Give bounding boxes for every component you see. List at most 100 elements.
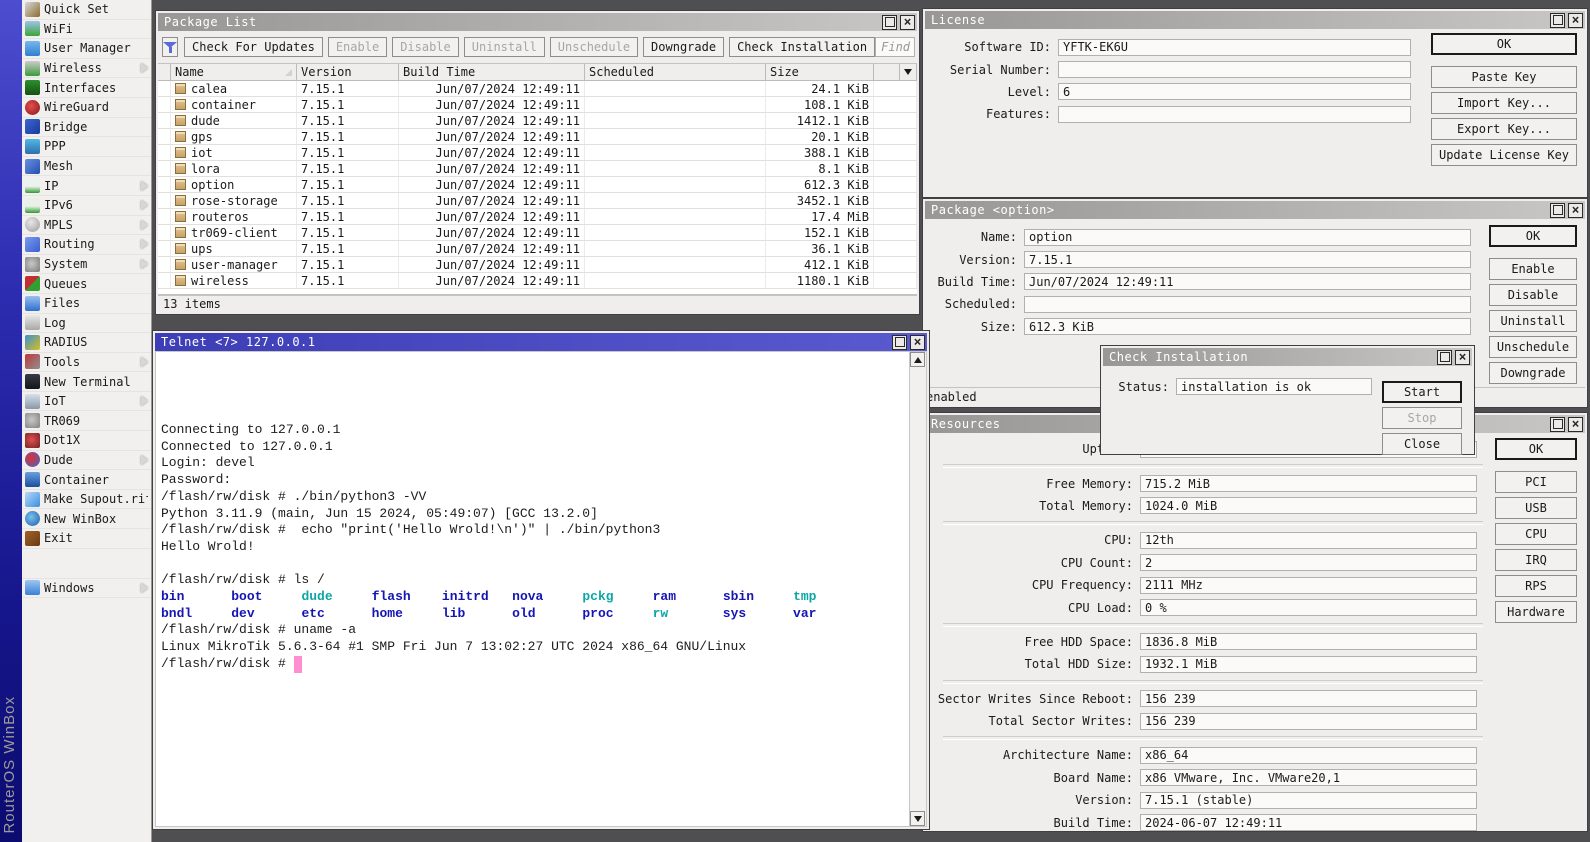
close-button[interactable]: Close [1382, 433, 1462, 455]
ok-button[interactable]: OK [1431, 33, 1577, 55]
start-button[interactable]: Start [1382, 381, 1462, 403]
import-key-button[interactable]: Import Key... [1431, 92, 1577, 114]
sidebar-item-tools[interactable]: Tools [22, 353, 151, 373]
sidebar-item-queues[interactable]: Queues [22, 274, 151, 294]
table-row[interactable]: ups7.15.1Jun/07/2024 12:49:1136.1 KiB [158, 241, 917, 257]
name-field[interactable] [1024, 229, 1471, 246]
scroll-up-button[interactable] [910, 352, 925, 367]
maximize-button[interactable] [1550, 417, 1565, 432]
size-field[interactable] [1024, 318, 1471, 335]
close-button[interactable]: × [910, 335, 925, 350]
table-row[interactable]: gps7.15.1Jun/07/2024 12:49:1120.1 KiB [158, 129, 917, 145]
sidebar-item-mesh[interactable]: Mesh [22, 157, 151, 177]
column-size[interactable]: Size [766, 64, 874, 81]
column-dropdown-button[interactable] [900, 64, 917, 81]
paste-key-button[interactable]: Paste Key [1431, 66, 1577, 88]
table-row[interactable]: lora7.15.1Jun/07/2024 12:49:118.1 KiB [158, 161, 917, 177]
sidebar-item-wireless[interactable]: Wireless [22, 59, 151, 79]
hardware-button[interactable]: Hardware [1495, 601, 1577, 623]
sidebar-item-mpls[interactable]: MPLS [22, 216, 151, 236]
table-row[interactable]: container7.15.1Jun/07/2024 12:49:11108.1… [158, 97, 917, 113]
package-list-titlebar[interactable]: Package List × [158, 13, 917, 31]
build-time-field[interactable] [1140, 814, 1477, 831]
status-field[interactable] [1176, 378, 1372, 395]
sidebar-item-make-supout-rif[interactable]: Make Supout.rif [22, 490, 151, 510]
ok-button[interactable]: OK [1495, 438, 1577, 460]
package-option-titlebar[interactable]: Package <option> × [925, 201, 1585, 219]
ok-button[interactable]: OK [1489, 225, 1577, 247]
enable-button[interactable]: Enable [1489, 258, 1577, 280]
check-installation-button[interactable]: Check Installation [729, 37, 875, 57]
terminal-scrollbar[interactable] [909, 352, 926, 826]
terminal-output[interactable]: Connecting to 127.0.0.1Connected to 127.… [156, 352, 910, 826]
column-select[interactable] [158, 64, 171, 81]
sidebar-item-wireguard[interactable]: WireGuard [22, 98, 151, 118]
column-build-time[interactable]: Build Time [399, 64, 585, 81]
cpu-frequency-field[interactable] [1140, 577, 1477, 594]
table-row[interactable]: calea7.15.1Jun/07/2024 12:49:1124.1 KiB [158, 81, 917, 97]
table-row[interactable]: routeros7.15.1Jun/07/2024 12:49:1117.4 M… [158, 209, 917, 225]
table-row[interactable]: wireless7.15.1Jun/07/2024 12:49:111180.1… [158, 273, 917, 289]
table-row[interactable]: tr069-client7.15.1Jun/07/2024 12:49:1115… [158, 225, 917, 241]
maximize-button[interactable] [1550, 13, 1565, 28]
sidebar-item-new-winbox[interactable]: New WinBox [22, 509, 151, 529]
license-titlebar[interactable]: License × [925, 11, 1585, 29]
sidebar-item-system[interactable]: System [22, 255, 151, 275]
version-field[interactable] [1140, 792, 1477, 809]
column-version[interactable]: Version [297, 64, 399, 81]
sidebar-item-windows[interactable]: Windows [22, 579, 151, 599]
scheduled-field[interactable] [1024, 296, 1471, 313]
sidebar-item-radius[interactable]: RADIUS [22, 333, 151, 353]
total-hdd-size-field[interactable] [1140, 656, 1477, 673]
close-button[interactable]: × [1455, 350, 1470, 365]
scroll-down-button[interactable] [910, 811, 925, 826]
cpu-count-field[interactable] [1140, 554, 1477, 571]
sidebar-item-iot[interactable]: IoT [22, 392, 151, 412]
close-button[interactable]: × [1568, 203, 1583, 218]
free-hdd-space-field[interactable] [1140, 633, 1477, 650]
sidebar-item-exit[interactable]: Exit [22, 529, 151, 549]
check-installation-titlebar[interactable]: Check Installation × [1103, 348, 1472, 366]
maximize-button[interactable] [892, 335, 907, 350]
sidebar-item-log[interactable]: Log [22, 314, 151, 334]
filter-button[interactable] [162, 37, 178, 57]
downgrade-button[interactable]: Downgrade [643, 37, 724, 57]
table-row[interactable]: iot7.15.1Jun/07/2024 12:49:11388.1 KiB [158, 145, 917, 161]
table-row[interactable]: user-manager7.15.1Jun/07/2024 12:49:1141… [158, 257, 917, 273]
disable-button[interactable]: Disable [1489, 284, 1577, 306]
table-row[interactable]: option7.15.1Jun/07/2024 12:49:11612.3 Ki… [158, 177, 917, 193]
total-sector-writes-field[interactable] [1140, 713, 1477, 730]
sidebar-item-new-terminal[interactable]: New Terminal [22, 372, 151, 392]
features-field[interactable] [1058, 106, 1411, 123]
maximize-button[interactable] [882, 15, 897, 30]
software-id-field[interactable] [1058, 39, 1411, 56]
sidebar-item-quick-set[interactable]: Quick Set [22, 0, 151, 20]
close-button[interactable]: × [1568, 13, 1583, 28]
sidebar-item-routing[interactable]: Routing [22, 235, 151, 255]
unschedule-button[interactable]: Unschedule [1489, 336, 1577, 358]
cpu-button[interactable]: CPU [1495, 523, 1577, 545]
cpu-load-field[interactable] [1140, 599, 1477, 616]
downgrade-button[interactable]: Downgrade [1489, 362, 1577, 384]
close-button[interactable]: × [900, 15, 915, 30]
serial-number-field[interactable] [1058, 61, 1411, 78]
find-input[interactable]: Find [875, 37, 915, 57]
build-time-field[interactable] [1024, 273, 1471, 290]
sidebar-item-ipv6[interactable]: IPv6 [22, 196, 151, 216]
sidebar-item-ip[interactable]: IP [22, 176, 151, 196]
column-name[interactable]: Name [171, 64, 297, 81]
maximize-button[interactable] [1437, 350, 1452, 365]
sidebar-item-dot1x[interactable]: Dot1X [22, 431, 151, 451]
sidebar-item-tr069[interactable]: TR069 [22, 411, 151, 431]
architecture-name-field[interactable] [1140, 747, 1477, 764]
sector-writes-since-reboot-field[interactable] [1140, 690, 1477, 707]
free-memory-field[interactable] [1140, 475, 1477, 492]
maximize-button[interactable] [1550, 203, 1565, 218]
sidebar-item-bridge[interactable]: Bridge [22, 118, 151, 138]
close-button[interactable]: × [1568, 417, 1583, 432]
irq-button[interactable]: IRQ [1495, 549, 1577, 571]
sidebar-item-container[interactable]: Container [22, 470, 151, 490]
sidebar-item-ppp[interactable]: PPP [22, 137, 151, 157]
update-license-key-button[interactable]: Update License Key [1431, 144, 1577, 166]
sidebar-item-wifi[interactable]: WiFi [22, 20, 151, 40]
